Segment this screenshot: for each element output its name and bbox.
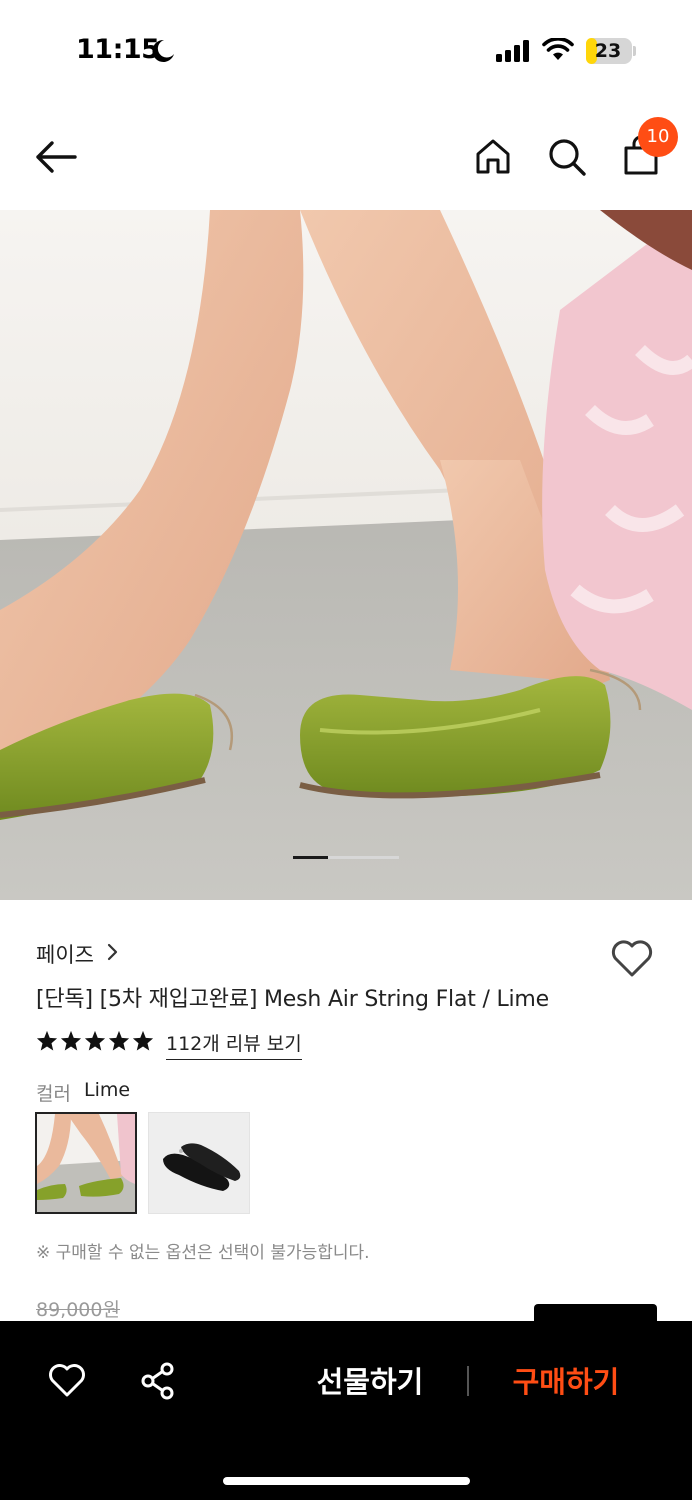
star-icon: [132, 1030, 154, 1051]
product-title: [단독] [5차 재입고완료] Mesh Air String Flat / L…: [36, 987, 550, 1012]
rating-stars: [36, 1030, 154, 1056]
status-time: 11:15: [76, 34, 160, 65]
battery-icon: 23: [586, 38, 632, 64]
cart-count-badge: 10: [638, 117, 678, 157]
product-image-carousel[interactable]: [0, 210, 692, 900]
status-bar: 11:15 23: [0, 0, 692, 100]
wishlist-heart-icon[interactable]: [610, 938, 654, 978]
star-icon: [84, 1030, 106, 1051]
bottom-action-bar: [0, 1321, 692, 1500]
star-icon: [60, 1030, 82, 1051]
battery-percent: 23: [594, 40, 622, 62]
share-icon[interactable]: [139, 1362, 177, 1400]
cellular-signal-icon: [496, 40, 529, 62]
buy-button[interactable]: 구매하기: [496, 1362, 636, 1402]
gift-button[interactable]: 선물하기: [300, 1362, 440, 1402]
wifi-icon: [542, 38, 574, 60]
option-notice: ※ 구매할 수 없는 옵션은 선택이 불가능합니다.: [36, 1243, 370, 1263]
color-option-value: Lime: [84, 1079, 131, 1101]
lime-swatch-thumbnail: [37, 1114, 135, 1212]
review-link[interactable]: 112개 리뷰 보기: [166, 1029, 302, 1060]
color-option-label: 컬러: [36, 1083, 71, 1105]
chevron-right-icon[interactable]: [106, 942, 120, 962]
black-swatch-thumbnail: [149, 1113, 249, 1213]
star-icon: [108, 1030, 130, 1051]
home-indicator[interactable]: [223, 1477, 470, 1485]
carousel-pager-active: [293, 856, 328, 859]
brand-link[interactable]: 페이즈: [36, 939, 94, 969]
original-price: 89,000원: [36, 1299, 120, 1321]
top-nav: [0, 110, 692, 205]
search-icon[interactable]: [547, 137, 587, 177]
color-swatch-black[interactable]: [148, 1112, 250, 1214]
color-swatch-lime[interactable]: [35, 1112, 137, 1214]
battery-cap: [633, 46, 636, 56]
back-arrow-icon[interactable]: [34, 138, 78, 176]
bottom-bar-divider: [467, 1366, 469, 1396]
star-icon: [36, 1030, 58, 1051]
product-photo: [0, 210, 692, 900]
home-icon[interactable]: [474, 137, 512, 175]
like-heart-icon[interactable]: [48, 1362, 86, 1398]
carousel-pager: [293, 856, 399, 859]
moon-icon: [152, 39, 174, 62]
